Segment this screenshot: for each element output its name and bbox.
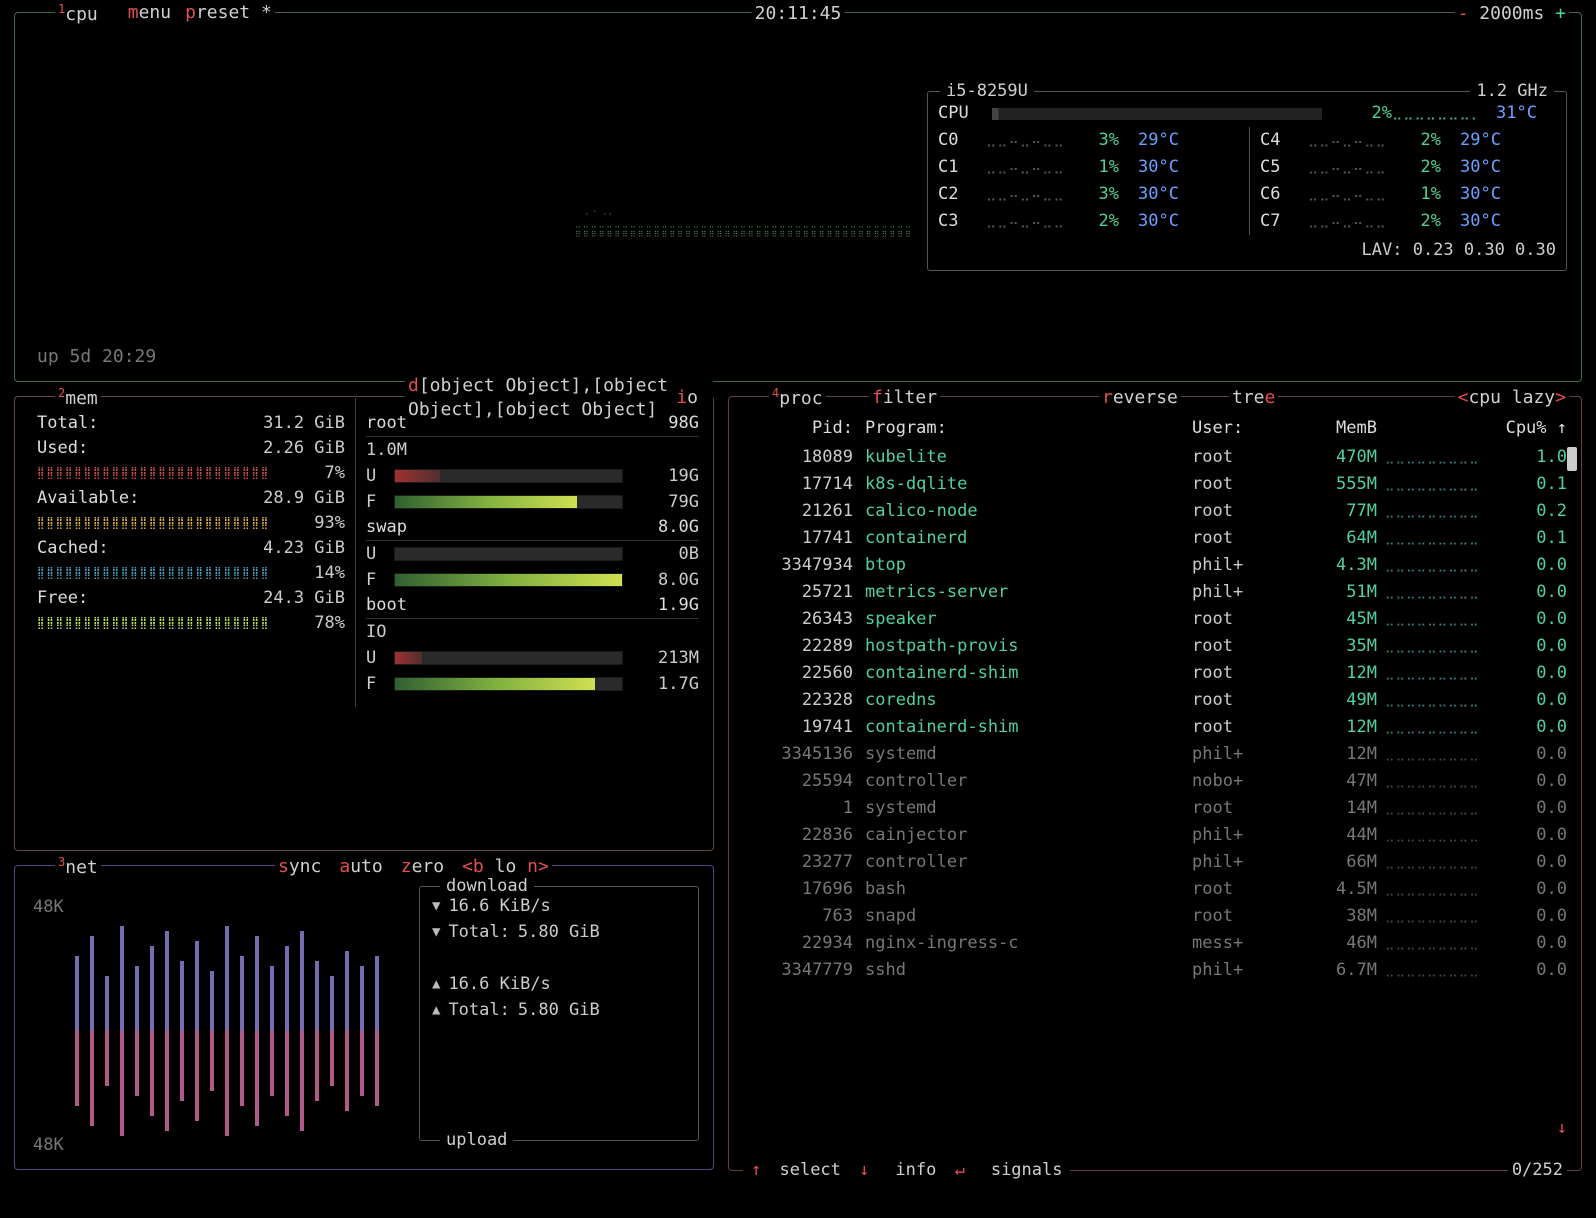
proc-row[interactable]: 3347934 btop phil+ 4.3M ⣀⣀⣀⣀⣀⣀⣀⣀⣀ 0.0: [743, 552, 1567, 579]
cpu-graph: ⠄⠂⠠⠄ ⣀⣀⣀⣀⣀⣀⣀⣀⣀⣀⣀⣀⣀⣀⣀⣀⣀⣀⣀⣀⣀⣀⣀⣀⣀⣀⣀⣀⣀⣀⣀⣀⣀⣀⣀…: [45, 208, 911, 248]
proc-row[interactable]: 3347779 sshd phil+ 6.7M ⣀⣀⣀⣀⣀⣀⣀⣀⣀ 0.0: [743, 957, 1567, 984]
disk-bar-row: U0B: [366, 541, 699, 567]
proc-row[interactable]: 22560 containerd-shim root 12M ⣀⣀⣀⣀⣀⣀⣀⣀⣀…: [743, 660, 1567, 687]
net-panel: 3net sync auto zero <b lo n> 48K 48K: [14, 865, 714, 1170]
proc-row[interactable]: 26343 speaker root 45M ⣀⣀⣀⣀⣀⣀⣀⣀⣀ 0.0: [743, 606, 1567, 633]
cpu-core-row: C6 ⣀⣀⠤⣀⠤⣀⣀ 1% 30°C: [1260, 181, 1556, 208]
cpu-core-row: C7 ⣀⣀⠤⣀⠤⣀⣀ 2% 30°C: [1260, 208, 1556, 235]
load-average: LAV: 0.23 0.30 0.30: [938, 235, 1556, 262]
mem-row: Cached:4.23 GiB: [37, 536, 345, 561]
disk-header: swap8.0G: [366, 515, 699, 541]
proc-info[interactable]: info ↵: [887, 1159, 972, 1182]
mem-row: Total:31.2 GiB: [37, 411, 345, 436]
rate-plus[interactable]: +: [1555, 2, 1566, 26]
proc-select[interactable]: ↑ select ↓: [743, 1159, 877, 1182]
proc-row[interactable]: 17714 k8s-dqlite root 555M ⣀⣀⣀⣀⣀⣀⣀⣀⣀ 0.1: [743, 471, 1567, 498]
proc-row[interactable]: 1 systemd root 14M ⣀⣀⣀⣀⣀⣀⣀⣀⣀ 0.0: [743, 795, 1567, 822]
disk-io-row: IO: [366, 619, 699, 645]
proc-row[interactable]: 3345136 systemd phil+ 12M ⣀⣀⣀⣀⣀⣀⣀⣀⣀ 0.0: [743, 741, 1567, 768]
proc-panel: 4proc filter reverse tree < cpu lazy > P…: [728, 396, 1582, 1171]
disk-bar-row: F79G: [366, 489, 699, 515]
proc-signals[interactable]: signals: [983, 1159, 1071, 1182]
cpu-core-row: C4 ⣀⣀⠤⣀⠤⣀⣀ 2% 29°C: [1260, 127, 1556, 154]
proc-row[interactable]: 23277 controller phil+ 66M ⣀⣀⣀⣀⣀⣀⣀⣀⣀ 0.0: [743, 849, 1567, 876]
disk-bar-row: U213M: [366, 645, 699, 671]
proc-row[interactable]: 25594 controller nobo+ 47M ⣀⣀⣀⣀⣀⣀⣀⣀⣀ 0.0: [743, 768, 1567, 795]
cpu-core-row: C2 ⣀⣀⠤⣀⠤⣀⣀ 3% 30°C: [938, 181, 1245, 208]
disk-bar-row: U19G: [366, 463, 699, 489]
proc-row[interactable]: 19741 containerd-shim root 12M ⣀⣀⣀⣀⣀⣀⣀⣀⣀…: [743, 714, 1567, 741]
proc-row[interactable]: 22289 hostpath-provis root 35M ⣀⣀⣀⣀⣀⣀⣀⣀⣀…: [743, 633, 1567, 660]
proc-row[interactable]: 25721 metrics-server phil+ 51M ⣀⣀⣀⣀⣀⣀⣀⣀⣀…: [743, 579, 1567, 606]
proc-reverse[interactable]: everse: [1113, 387, 1178, 408]
proc-row[interactable]: 21261 calico-node root 77M ⣀⣀⣀⣀⣀⣀⣀⣀⣀ 0.2: [743, 498, 1567, 525]
proc-tree[interactable]: e: [1265, 387, 1276, 408]
proc-scrollbar[interactable]: [1567, 447, 1577, 471]
proc-sort[interactable]: < cpu lazy >: [1455, 386, 1569, 410]
proc-row[interactable]: 22836 cainjector phil+ 44M ⣀⣀⣀⣀⣀⣀⣀⣀⣀ 0.0: [743, 822, 1567, 849]
cpu-core-row: C0 ⣀⣀⠤⣀⠤⣀⣀ 3% 29°C: [938, 127, 1245, 154]
mem-row: Free:24.3 GiB: [37, 586, 345, 611]
cpu-overall-bar: [992, 108, 1322, 120]
proc-row[interactable]: 17696 bash root 4.5M ⣀⣀⣀⣀⣀⣀⣀⣀⣀ 0.0: [743, 876, 1567, 903]
cpu-model: i5-8259U: [940, 80, 1034, 103]
proc-row[interactable]: 22328 coredns root 49M ⣀⣀⣀⣀⣀⣀⣀⣀⣀ 0.0: [743, 687, 1567, 714]
cpu-panel: 1cpu menu preset * 20:11:45 - 2000ms + ⠄…: [14, 12, 1582, 382]
net-stats-box: download ▼16.6 KiB/s ▼Total: 5.80 GiB ▲1…: [419, 886, 699, 1141]
mem-panel: 2mem d[object Object],[object Object],[o…: [14, 396, 714, 851]
proc-filter[interactable]: ilter: [883, 387, 937, 408]
mem-tab[interactable]: mem: [65, 388, 98, 409]
cpu-detail-box: i5-8259U 1.2 GHz CPU 2% ⣀⣀⣀⣀⣀⣀⣀⣀⣀⣀ 31°C …: [927, 91, 1567, 271]
rate-minus[interactable]: -: [1458, 2, 1469, 26]
cpu-core-row: C3 ⣀⣀⠤⣀⠤⣀⣀ 2% 30°C: [938, 208, 1245, 235]
net-graph: [65, 916, 395, 1146]
proc-row[interactable]: 17741 containerd root 64M ⣀⣀⣀⣀⣀⣀⣀⣀⣀ 0.1: [743, 525, 1567, 552]
mem-row: Used:2.26 GiB: [37, 436, 345, 461]
cpu-tab[interactable]: 1cpu: [58, 1, 98, 27]
mem-row: Available:28.9 GiB: [37, 486, 345, 511]
disk-header: root98G: [366, 411, 699, 437]
update-rate: 2000ms: [1479, 2, 1544, 26]
proc-row[interactable]: 18089 kubelite root 470M ⣀⣀⣀⣀⣀⣀⣀⣀⣀ 1.0: [743, 444, 1567, 471]
disk-bar-row: F1.7G: [366, 671, 699, 697]
disk-bar-row: F8.0G: [366, 567, 699, 593]
cpu-freq: 1.2 GHz: [1470, 80, 1554, 103]
clock: 20:11:45: [752, 2, 845, 26]
scroll-down-icon[interactable]: ↓: [1557, 1117, 1567, 1140]
menu-tab[interactable]: menu: [128, 1, 171, 27]
uptime: up 5d 20:29: [37, 345, 156, 369]
up-arrow-icon: ▲: [432, 975, 440, 994]
preset-tab[interactable]: preset *: [185, 1, 272, 27]
cpu-core-row: C1 ⣀⣀⠤⣀⠤⣀⣀ 1% 30°C: [938, 154, 1245, 181]
disk-header: boot1.9G: [366, 593, 699, 619]
proc-row[interactable]: 22934 nginx-ingress-c mess+ 46M ⣀⣀⣀⣀⣀⣀⣀⣀…: [743, 930, 1567, 957]
down-arrow-icon: ▼: [432, 897, 440, 916]
disk-io-row: 1.0M: [366, 437, 699, 463]
cpu-core-row: C5 ⣀⣀⠤⣀⠤⣀⣀ 2% 30°C: [1260, 154, 1556, 181]
proc-position: 0/252: [1508, 1159, 1567, 1182]
proc-tab[interactable]: proc: [779, 388, 822, 409]
proc-row[interactable]: 763 snapd root 38M ⣀⣀⣀⣀⣀⣀⣀⣀⣀ 0.0: [743, 903, 1567, 930]
